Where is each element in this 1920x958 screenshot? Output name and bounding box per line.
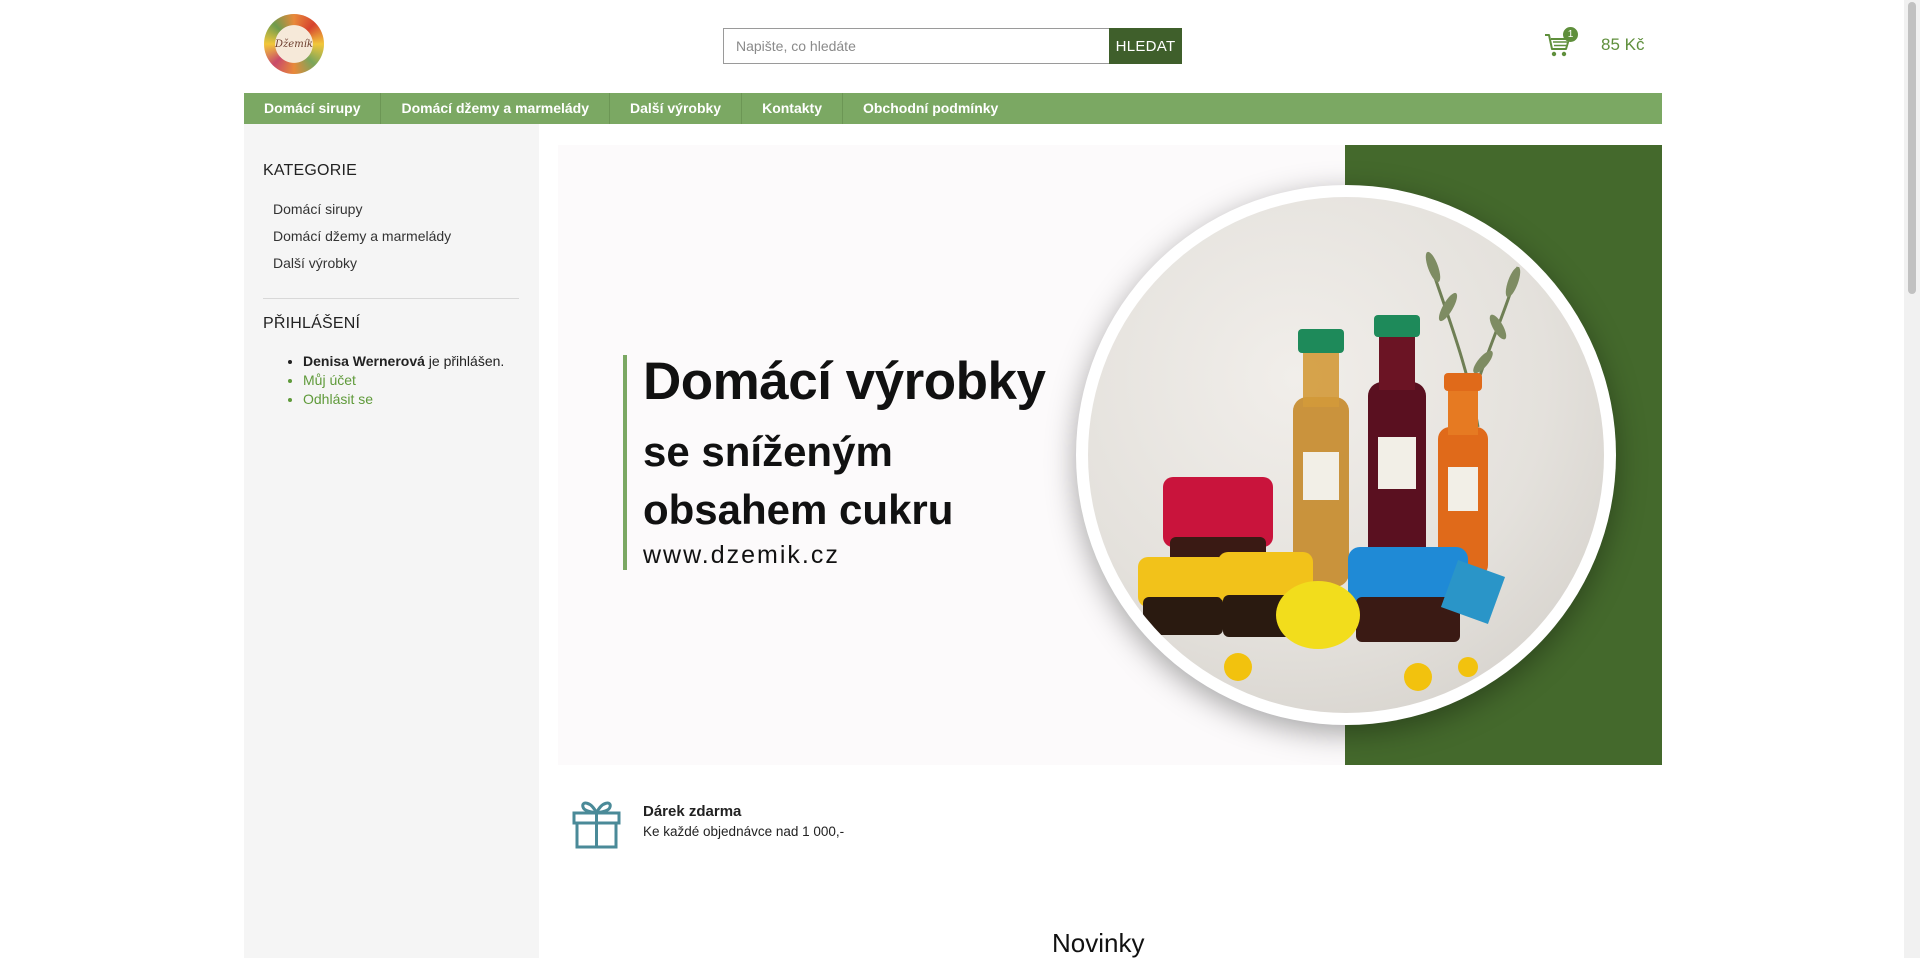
cart-widget[interactable]: 1 85 Kč bbox=[1543, 27, 1644, 60]
login-info: Denisa Wernerová je přihlášen. Můj účet … bbox=[303, 352, 504, 409]
scrollbar-thumb[interactable] bbox=[1908, 2, 1916, 294]
banner-accent-bar bbox=[623, 355, 627, 570]
page: Džemík HLEDAT 1 85 Kč Domácí sirupy Domá… bbox=[0, 0, 1920, 958]
cart-icon[interactable]: 1 bbox=[1543, 27, 1578, 60]
banner-line-3: obsahem cukru bbox=[643, 486, 954, 533]
category-item-jams[interactable]: Domácí džemy a marmelády bbox=[273, 227, 451, 254]
search-button[interactable]: HLEDAT bbox=[1109, 28, 1182, 64]
logged-in-text: je přihlášen. bbox=[424, 353, 505, 369]
site-logo[interactable]: Džemík bbox=[264, 14, 324, 74]
nav-item-terms[interactable]: Obchodní podmínky bbox=[843, 93, 1018, 124]
search-input[interactable] bbox=[723, 28, 1109, 64]
nav-item-other-products[interactable]: Další výrobky bbox=[610, 93, 743, 124]
sidebar-divider bbox=[263, 298, 519, 299]
logout-link[interactable]: Odhlásit se bbox=[303, 390, 504, 409]
logged-in-status: Denisa Wernerová je přihlášen. bbox=[303, 352, 504, 371]
banner-subheadline: se sníženým obsahem cukru bbox=[643, 423, 953, 539]
product-photo-frame bbox=[1076, 185, 1616, 725]
login-heading: PŘIHLÁŠENÍ bbox=[263, 315, 361, 332]
category-list: Domácí sirupy Domácí džemy a marmelády D… bbox=[273, 200, 451, 281]
banner-headline: Domácí výrobky bbox=[643, 352, 1046, 411]
cart-total-price[interactable]: 85 Kč bbox=[1601, 35, 1644, 55]
main-navigation: Domácí sirupy Domácí džemy a marmelády D… bbox=[244, 93, 1662, 124]
page-scrollbar[interactable] bbox=[1904, 0, 1920, 958]
user-name: Denisa Wernerová bbox=[303, 353, 425, 369]
product-photo bbox=[1088, 197, 1604, 713]
search-form: HLEDAT bbox=[723, 28, 1182, 64]
nav-item-contacts[interactable]: Kontakty bbox=[742, 93, 843, 124]
nav-item-syrups[interactable]: Domácí sirupy bbox=[244, 93, 382, 124]
promo-title: Dárek zdarma bbox=[643, 803, 742, 820]
logo-text: Džemík bbox=[275, 38, 313, 50]
categories-heading: KATEGORIE bbox=[263, 162, 357, 179]
news-section-heading: Novinky bbox=[1052, 928, 1145, 958]
hero-banner[interactable]: Domácí výrobky se sníženým obsahem cukru… bbox=[558, 145, 1662, 765]
gift-icon bbox=[571, 795, 622, 849]
category-item-syrups[interactable]: Domácí sirupy bbox=[273, 200, 451, 227]
category-item-other[interactable]: Další výrobky bbox=[273, 254, 451, 281]
banner-url: www.dzemik.cz bbox=[643, 541, 840, 569]
my-account-link[interactable]: Můj účet bbox=[303, 371, 504, 390]
nav-item-jams[interactable]: Domácí džemy a marmelády bbox=[381, 93, 611, 124]
banner-line-2: se sníženým bbox=[643, 428, 893, 475]
cart-count-badge: 1 bbox=[1563, 27, 1578, 42]
promo-subtitle: Ke každé objednávce nad 1 000,- bbox=[643, 824, 845, 839]
sidebar: KATEGORIE Domácí sirupy Domácí džemy a m… bbox=[244, 124, 539, 958]
